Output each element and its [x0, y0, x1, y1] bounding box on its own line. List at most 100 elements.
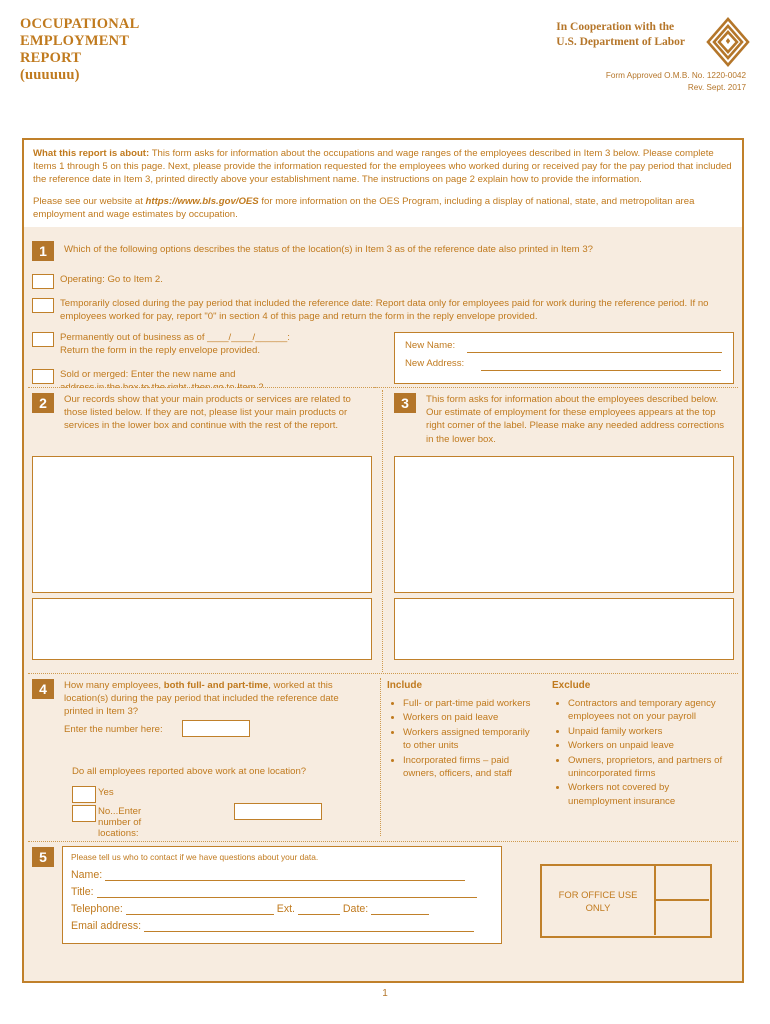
page-title-line-1: OCCUPATIONAL: [20, 16, 140, 32]
checkbox-temporarily-closed[interactable]: [32, 298, 54, 313]
new-name-label: New Name:: [405, 340, 456, 351]
divider-section2-section3: [382, 390, 383, 672]
section-2-products-entry-box[interactable]: [32, 598, 372, 660]
exclude-title: Exclude: [552, 680, 591, 691]
contact-date-input[interactable]: [371, 914, 430, 915]
omb-revision: Rev. Sept. 2017: [687, 83, 746, 92]
employee-count-input[interactable]: [182, 720, 250, 737]
number-of-locations-input[interactable]: [234, 803, 322, 820]
about-paragraph: What this report is about: This form ask…: [33, 147, 733, 186]
for-office-use-box: FOR OFFICE USE ONLY: [540, 864, 712, 938]
cooperation-line-2: U.S. Department of Labor: [556, 35, 685, 48]
label-out-of-business: Permanently out of business as of ____/_…: [60, 331, 390, 357]
contact-name-row: Name:: [71, 869, 493, 881]
section-3-address-correction-box[interactable]: [394, 598, 734, 660]
include-item: Full- or part-time paid workers: [403, 697, 535, 710]
one-location-question: Do all employees reported above work at …: [72, 766, 307, 777]
contact-email-input[interactable]: [144, 931, 475, 932]
section-5-badge: 5: [32, 847, 54, 867]
section-4-question-bold: both full- and part-time: [163, 680, 269, 691]
section-2-text: Our records show that your main products…: [64, 394, 351, 432]
include-list: Full- or part-time paid workers Workers …: [387, 697, 535, 780]
new-address-input-line-2[interactable]: [481, 383, 721, 384]
office-box-horizontal-divider: [654, 899, 709, 901]
include-item: Workers assigned temporarily to other un…: [403, 726, 535, 753]
divider-section4-include: [380, 678, 381, 836]
section-3-badge: 3: [394, 393, 416, 413]
section-4-badge: 4: [32, 679, 54, 699]
label-operating: Operating: Go to Item 2.: [60, 274, 163, 285]
page-title-line-4: (uuuuuu): [20, 67, 80, 83]
contact-title-input[interactable]: [96, 897, 477, 898]
new-name-address-box: New Name: New Address:: [394, 332, 734, 384]
omb-number: Form Approved O.M.B. No. 1220-0042: [605, 71, 746, 80]
page-title-line-2: EMPLOYMENT: [20, 33, 130, 49]
section-2-badge: 2: [32, 393, 54, 413]
section-1: 1 Which of the following options describ…: [24, 236, 742, 398]
contact-info-box: Please tell us who to contact if we have…: [62, 846, 502, 944]
contact-title-label: Title:: [71, 886, 94, 898]
page-title-line-3: REPORT: [20, 50, 82, 66]
website-text-before: Please see our website at: [33, 196, 146, 208]
section-1-badge: 1: [32, 241, 54, 261]
contact-ext-input[interactable]: [297, 914, 340, 915]
section-3-label-box: [394, 456, 734, 593]
contact-email-row: Email address:: [71, 920, 493, 932]
label-yes: Yes: [98, 787, 114, 798]
exclude-item: Unpaid family workers: [568, 725, 732, 738]
label-out-of-business-line-1: Permanently out of business as of ____/_…: [60, 332, 290, 343]
checkbox-out-of-business[interactable]: [32, 332, 54, 347]
contact-date-label: Date:: [342, 903, 369, 915]
form-body: What this report is about: This form ask…: [22, 138, 744, 983]
omb-approval: Form Approved O.M.B. No. 1220-0042 Rev. …: [606, 70, 746, 94]
section-4: 4 How many employees, both full- and par…: [24, 674, 742, 842]
oes-website-link[interactable]: https://www.bls.gov/OES: [146, 196, 259, 207]
contact-telephone-row: Telephone: Ext. Date:: [71, 903, 493, 915]
include-list-block: Include Full- or part-time paid workers …: [387, 680, 535, 781]
section-1-question: Which of the following options describes…: [64, 244, 594, 255]
label-out-of-business-line-2: Return the form in the reply envelope pr…: [60, 345, 260, 357]
checkbox-sold-or-merged[interactable]: [32, 369, 54, 384]
enter-number-label: Enter the number here:: [64, 724, 163, 735]
new-address-label: New Address:: [405, 358, 465, 369]
contact-telephone-input[interactable]: [125, 914, 274, 915]
exclude-item: Contractors and temporary agency employe…: [568, 697, 732, 724]
contact-ext-label: Ext.: [276, 903, 295, 915]
about-report-block: What this report is about: This form ask…: [24, 140, 742, 228]
sections-2-and-3: 2 Our records show that your main produc…: [24, 388, 742, 674]
exclude-item: Workers on unpaid leave: [568, 739, 732, 752]
page-title: OCCUPATIONAL EMPLOYMENT REPORT (uuuuuu): [20, 16, 139, 84]
new-name-input[interactable]: [467, 352, 722, 353]
section-5: 5 Please tell us who to contact if we ha…: [24, 842, 742, 981]
section-3: 3 This form asks for information about t…: [386, 388, 742, 674]
page-header: OCCUPATIONAL EMPLOYMENT REPORT (uuuuuu) …: [0, 0, 770, 120]
for-office-use-line-1: FOR OFFICE USE: [558, 889, 638, 900]
contact-name-input[interactable]: [105, 880, 466, 881]
checkbox-no[interactable]: [72, 805, 96, 822]
exclude-list-block: Exclude Contractors and temporary agency…: [552, 680, 732, 809]
section-4-question-part-1: How many employees,: [64, 680, 164, 691]
cooperation-note: In Cooperation with the U.S. Department …: [556, 20, 685, 49]
label-sold-or-merged-line-1: Sold or merged: Enter the new name and: [60, 369, 236, 380]
include-item: Incorporated firms – paid owners, office…: [403, 754, 535, 781]
cooperation-line-1: In Cooperation with the: [556, 21, 675, 33]
contact-name-label: Name:: [71, 869, 103, 881]
website-paragraph: Please see our website at https://www.bl…: [33, 195, 733, 221]
include-title: Include: [387, 680, 423, 691]
new-address-input-line-1[interactable]: [481, 370, 721, 371]
checkbox-operating[interactable]: [32, 274, 54, 289]
checkbox-yes[interactable]: [72, 786, 96, 803]
for-office-use-line-2: ONLY: [585, 902, 611, 913]
contact-telephone-label: Telephone:: [71, 903, 123, 915]
label-no: No...Enter number of locations:: [98, 806, 142, 839]
section-2-products-display-box: [32, 456, 372, 593]
label-temporarily-closed: Temporarily closed during the pay period…: [60, 298, 709, 323]
about-heading: What this report is about:: [33, 148, 150, 159]
section-4-question: How many employees, both full- and part-…: [64, 679, 364, 719]
dol-diamond-logo-icon: [706, 17, 750, 67]
for-office-use-label: FOR OFFICE USE ONLY: [542, 888, 654, 914]
contact-intro: Please tell us who to contact if we have…: [71, 852, 319, 862]
exclude-item: Workers not covered by unemployment insu…: [568, 781, 732, 808]
contact-email-label: Email address:: [71, 920, 142, 932]
page-number: 1: [382, 988, 388, 999]
